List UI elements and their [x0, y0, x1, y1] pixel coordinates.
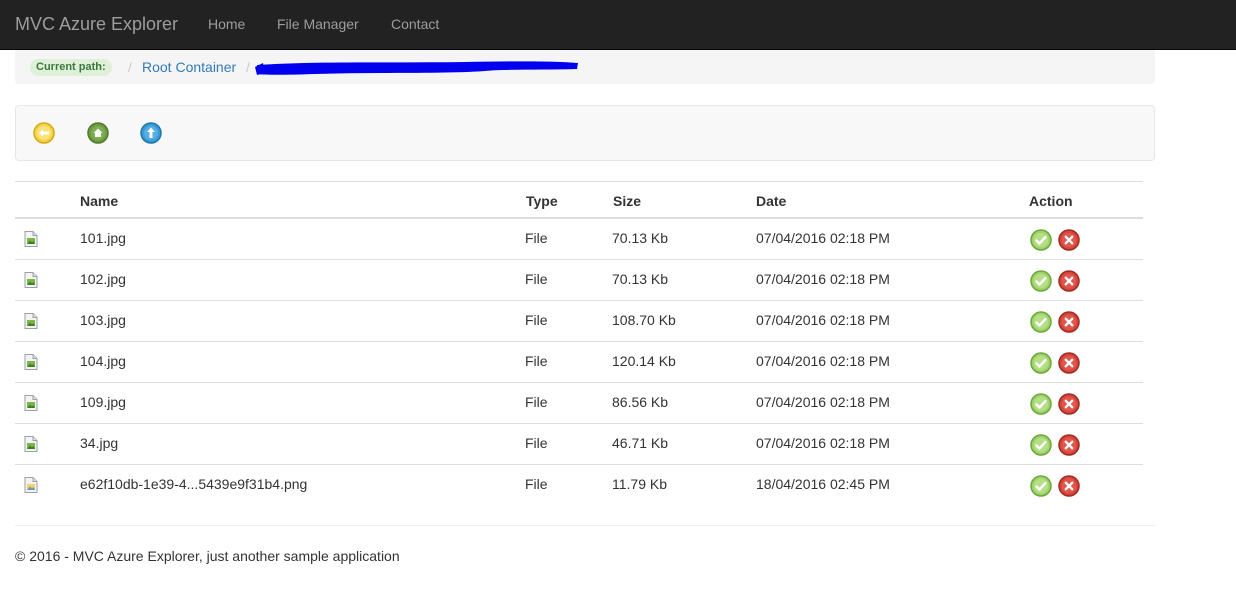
- approve-check-icon[interactable]: [1030, 393, 1052, 415]
- table-row: 103.jpg File 108.70 Kb 07/04/2016 02:18 …: [15, 301, 1143, 342]
- table-row: 102.jpg File 70.13 Kb 07/04/2016 02:18 P…: [15, 260, 1143, 301]
- file-type: File: [525, 271, 548, 287]
- file-type: File: [525, 353, 548, 369]
- delete-x-icon[interactable]: [1058, 270, 1080, 292]
- file-date: 07/04/2016 02:18 PM: [756, 230, 890, 246]
- file-name-link[interactable]: 101.jpg: [80, 230, 126, 246]
- file-size: 46.71 Kb: [612, 435, 669, 451]
- toolbar: [15, 105, 1155, 161]
- file-date: 07/04/2016 02:18 PM: [756, 435, 890, 451]
- file-type: File: [525, 230, 548, 246]
- delete-x-icon[interactable]: [1058, 229, 1080, 251]
- delete-x-icon[interactable]: [1058, 434, 1080, 456]
- current-path-badge: Current path:: [30, 59, 112, 76]
- header-name: Name: [80, 193, 119, 209]
- file-type: File: [525, 476, 548, 492]
- header-size: Size: [613, 193, 642, 209]
- header-type: Type: [526, 193, 558, 209]
- approve-check-icon[interactable]: [1030, 270, 1052, 292]
- file-size: 120.14 Kb: [612, 353, 676, 369]
- file-name-link[interactable]: 102.jpg: [80, 271, 126, 287]
- image-file-icon: [24, 354, 38, 370]
- delete-x-icon[interactable]: [1058, 393, 1080, 415]
- file-size: 11.79 Kb: [612, 476, 668, 492]
- breadcrumb: Current path: / Root Container /: [15, 50, 1155, 84]
- redaction-mark: [255, 61, 578, 75]
- table-row: 109.jpg File 86.56 Kb 07/04/2016 02:18 P…: [15, 383, 1143, 424]
- breadcrumb-root-container[interactable]: Root Container: [142, 59, 236, 75]
- file-date: 07/04/2016 02:18 PM: [756, 271, 890, 287]
- file-name-link[interactable]: 103.jpg: [80, 312, 126, 328]
- file-type: File: [525, 435, 548, 451]
- file-date: 07/04/2016 02:18 PM: [756, 394, 890, 410]
- navbar: MVC Azure Explorer Home File Manager Con…: [0, 0, 1236, 50]
- image-file-icon: [24, 313, 38, 329]
- file-type: File: [525, 394, 548, 410]
- table-row: 104.jpg File 120.14 Kb 07/04/2016 02:18 …: [15, 342, 1143, 383]
- upload-icon[interactable]: [140, 122, 162, 144]
- file-size: 108.70 Kb: [612, 312, 676, 328]
- nav-contact[interactable]: Contact: [391, 15, 439, 33]
- back-arrow-icon[interactable]: [33, 122, 55, 144]
- file-date: 07/04/2016 02:18 PM: [756, 312, 890, 328]
- image-file-icon: [24, 395, 38, 411]
- approve-check-icon[interactable]: [1030, 311, 1052, 333]
- delete-x-icon[interactable]: [1058, 311, 1080, 333]
- approve-check-icon[interactable]: [1030, 352, 1052, 374]
- header-action: Action: [1029, 193, 1073, 209]
- brand-link[interactable]: MVC Azure Explorer: [15, 13, 178, 35]
- file-date: 18/04/2016 02:45 PM: [756, 476, 890, 492]
- image-file-icon: [24, 231, 38, 247]
- table-row: e62f10db-1e39-4...5439e9f31b4.png File 1…: [15, 465, 1143, 506]
- home-icon[interactable]: [87, 122, 109, 144]
- nav-file-manager[interactable]: File Manager: [277, 15, 359, 33]
- image-file-icon: [24, 272, 38, 288]
- table-body: 101.jpg File 70.13 Kb 07/04/2016 02:18 P…: [15, 219, 1143, 506]
- table-header: Name Type Size Date Action: [15, 181, 1143, 219]
- breadcrumb-separator: /: [246, 59, 250, 75]
- approve-check-icon[interactable]: [1030, 229, 1052, 251]
- table-row: 101.jpg File 70.13 Kb 07/04/2016 02:18 P…: [15, 219, 1143, 260]
- file-size: 70.13 Kb: [612, 230, 669, 246]
- footer-text: © 2016 - MVC Azure Explorer, just anothe…: [15, 548, 400, 564]
- approve-check-icon[interactable]: [1030, 475, 1052, 497]
- png-file-icon: [24, 477, 38, 493]
- delete-x-icon[interactable]: [1058, 352, 1080, 374]
- file-table: Name Type Size Date Action 101.jpg File …: [15, 181, 1143, 506]
- table-row: 34.jpg File 46.71 Kb 07/04/2016 02:18 PM: [15, 424, 1143, 465]
- delete-x-icon[interactable]: [1058, 475, 1080, 497]
- nav-home[interactable]: Home: [208, 15, 245, 33]
- footer-divider: [15, 525, 1155, 526]
- breadcrumb-separator: /: [128, 59, 132, 75]
- file-name-link[interactable]: 109.jpg: [80, 394, 126, 410]
- file-date: 07/04/2016 02:18 PM: [756, 353, 890, 369]
- file-type: File: [525, 312, 548, 328]
- file-size: 86.56 Kb: [612, 394, 669, 410]
- file-name-link[interactable]: 34.jpg: [80, 435, 118, 451]
- image-file-icon: [24, 436, 38, 452]
- file-name-link[interactable]: e62f10db-1e39-4...5439e9f31b4.png: [80, 476, 307, 492]
- header-date: Date: [756, 193, 787, 209]
- approve-check-icon[interactable]: [1030, 434, 1052, 456]
- file-size: 70.13 Kb: [612, 271, 669, 287]
- file-name-link[interactable]: 104.jpg: [80, 353, 126, 369]
